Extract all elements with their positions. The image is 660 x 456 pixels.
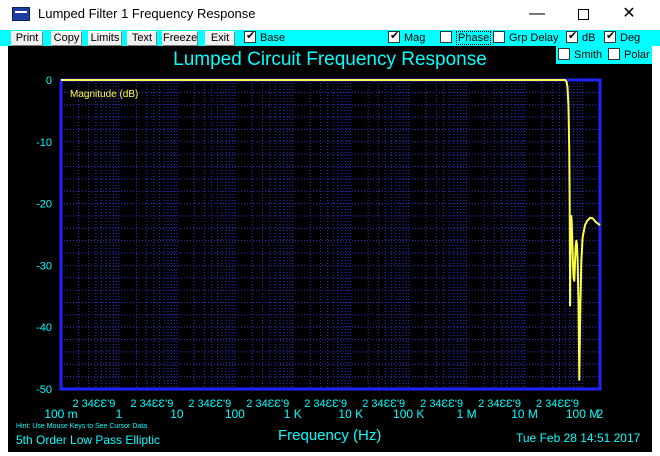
series-legend-label: Magnitude (dB) — [70, 89, 138, 100]
plot-frame — [59, 78, 602, 391]
close-button[interactable]: ✕ — [606, 0, 652, 30]
window-title: Lumped Filter 1 Frequency Response — [38, 6, 256, 21]
plot-panel[interactable]: 0 -10 -20 -30 -40 -50 100 m 1 10 100 1 K 10 K 100 K1… — [8, 46, 652, 452]
title-bar: Lumped Filter 1 Frequency Response — ✕ — [0, 0, 660, 30]
checkbox-box[interactable] — [493, 31, 505, 44]
x-minor-tick-label: 2 34ƐƐ'9 — [420, 398, 463, 410]
checkbox-box[interactable] — [604, 29, 616, 44]
checkbox-box[interactable] — [608, 48, 620, 61]
filter-description: 5th Order Low Pass Elliptic — [16, 433, 161, 447]
toolbar: Print Copy Limits Text Freeze Exit Base … — [0, 29, 660, 46]
deg-checkbox[interactable]: Deg — [604, 29, 640, 45]
db-checkbox[interactable]: dB — [566, 29, 595, 45]
y-tick-label: -40 — [36, 322, 52, 334]
maximize-icon — [577, 9, 589, 20]
x-minor-tick-label: 2 34ƐƐ'9 — [72, 398, 115, 410]
checkbox-box[interactable] — [440, 31, 452, 44]
exit-button[interactable]: Exit — [205, 31, 235, 46]
phase-checkbox[interactable]: Phase — [440, 31, 492, 45]
x-minor-tick-label: 2 34ƐƐ'9 — [362, 398, 405, 410]
y-tick-label: -50 — [36, 384, 52, 396]
freeze-button[interactable]: Freeze — [162, 31, 198, 46]
copy-button[interactable]: Copy — [51, 31, 82, 46]
checkbox-box[interactable] — [388, 29, 400, 44]
checkbox-box[interactable] — [566, 29, 578, 44]
checkbox-box[interactable] — [244, 29, 256, 44]
x-minor-tick-label: 2 34ƐƐ'9 — [536, 398, 579, 410]
text-button[interactable]: Text — [127, 31, 157, 46]
toolbar-row-2: Smith Polar — [556, 46, 660, 64]
timestamp: Tue Feb 28 14:51 2017 — [516, 431, 641, 445]
base-checkbox[interactable]: Base — [244, 29, 285, 45]
checkbox-box[interactable] — [558, 48, 570, 61]
x-minor-tick-label: 2 34ƐƐ'9 — [130, 398, 173, 410]
x-tick-label: 2 — [597, 407, 604, 421]
frequency-response-chart[interactable]: 0-10-20-30-40-50100 m 1 10 100 1 K 10 K 100 K1… — [8, 46, 652, 452]
x-minor-tick-label: 2 34ƐƐ'9 — [188, 398, 231, 410]
app-icon — [12, 7, 30, 21]
x-tick-label: 1 — [116, 407, 123, 421]
smith-checkbox[interactable]: Smith — [558, 48, 602, 62]
x-axis-label: Frequency (Hz) — [278, 427, 382, 444]
x-minor-tick-label: 2 34ƐƐ'9 — [478, 398, 521, 410]
grp-delay-checkbox[interactable]: Grp Delay — [493, 31, 559, 45]
y-tick-label: -10 — [36, 137, 52, 149]
y-tick-label: 0 — [46, 75, 52, 87]
background-window-edge — [652, 46, 660, 456]
y-tick-label: -20 — [36, 199, 52, 211]
polar-checkbox[interactable]: Polar — [608, 48, 650, 62]
cursor-hint: Hint: Use Mouse Keys to See Cursor Data — [16, 423, 148, 430]
maximize-button[interactable] — [560, 0, 606, 30]
minimize-button[interactable]: — — [514, 0, 560, 30]
y-tick-label: -30 — [36, 260, 52, 272]
print-button[interactable]: Print — [11, 31, 43, 46]
x-minor-tick-label: 2 34ƐƐ'9 — [304, 398, 347, 410]
x-minor-tick-label: 2 34ƐƐ'9 — [246, 398, 289, 410]
magnitude-trace — [61, 79, 601, 381]
mag-checkbox[interactable]: Mag — [388, 29, 425, 45]
limits-button[interactable]: Limits — [88, 31, 122, 46]
